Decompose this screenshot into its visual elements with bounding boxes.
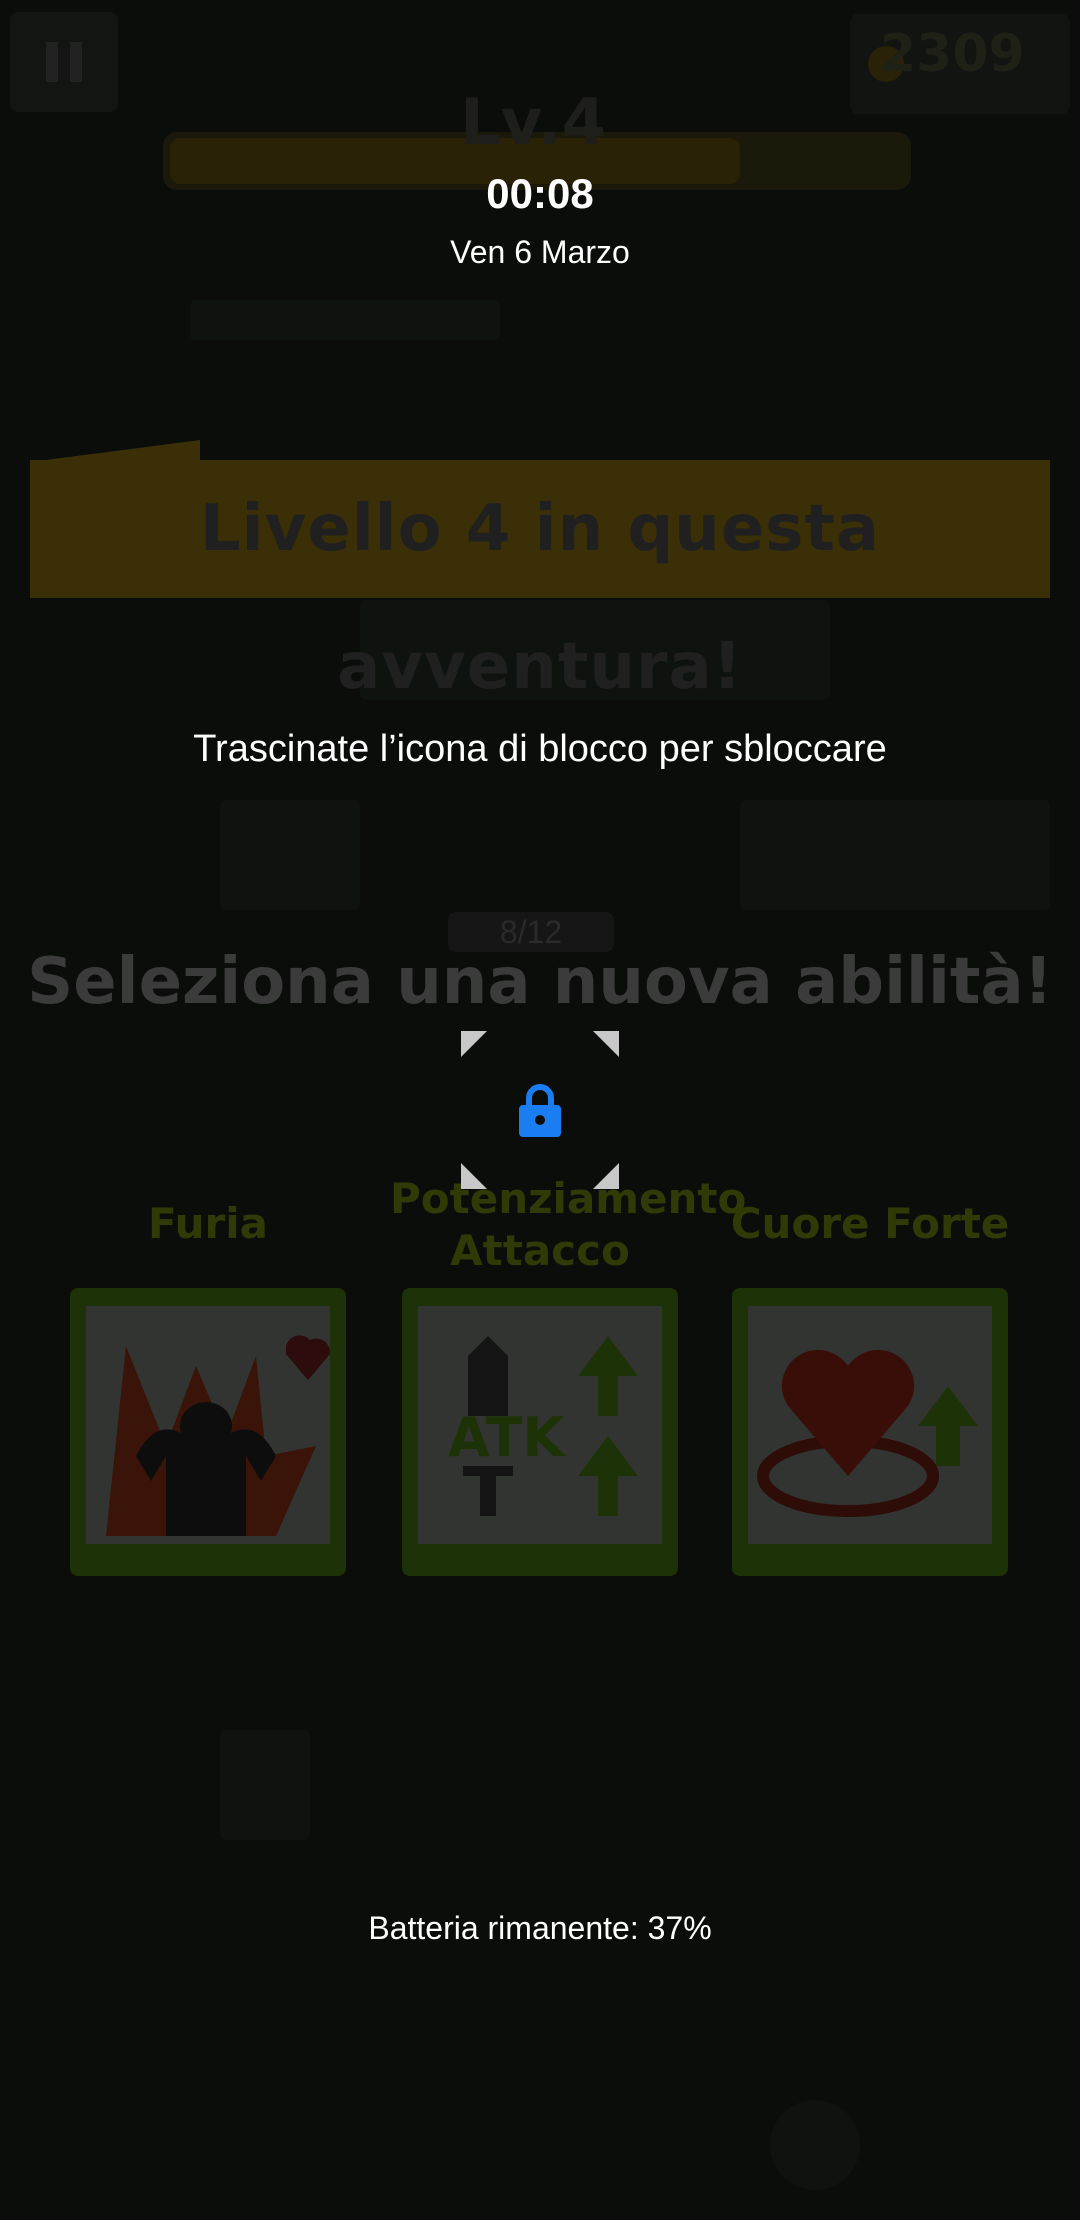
level-banner-text: Livello 4 in questa avventura!: [199, 492, 881, 704]
skill-title-heart: Cuore Forte: [730, 1199, 1010, 1248]
unlock-hint: Trascinate l’icona di blocco per sblocca…: [193, 728, 887, 770]
padlock-icon: [519, 1084, 561, 1137]
coin-count: 2309: [880, 24, 1025, 84]
background-shape: [220, 1730, 310, 1840]
rage-icon: [106, 1335, 331, 1536]
background-shape: [220, 800, 360, 910]
skill-card-heart: [732, 1288, 1008, 1576]
attack-up-icon: ATK: [448, 1336, 638, 1516]
strong-heart-icon: [757, 1349, 978, 1517]
skill-card-attack: ATK: [402, 1288, 678, 1576]
skill-title-furia: Furia: [148, 1199, 268, 1248]
battery-status: Batteria rimanente: 37%: [368, 1910, 712, 1946]
level-label: Lv.4: [460, 86, 607, 160]
background-shape: [190, 300, 500, 340]
lock-screen-time: 00:08: [486, 170, 594, 217]
background-shape: [770, 2100, 860, 2190]
pause-button: [10, 12, 118, 112]
skill-card-furia: [70, 1288, 346, 1576]
pause-icon: [46, 42, 82, 82]
select-skill-title: Seleziona una nuova abilità!: [27, 945, 1053, 1019]
banner-tip: [30, 440, 200, 462]
lock-button[interactable]: [510, 1080, 570, 1140]
lock-screen-date: Ven 6 Marzo: [450, 234, 630, 270]
svg-text:ATK: ATK: [448, 1406, 566, 1469]
background-shape: [740, 800, 1050, 910]
